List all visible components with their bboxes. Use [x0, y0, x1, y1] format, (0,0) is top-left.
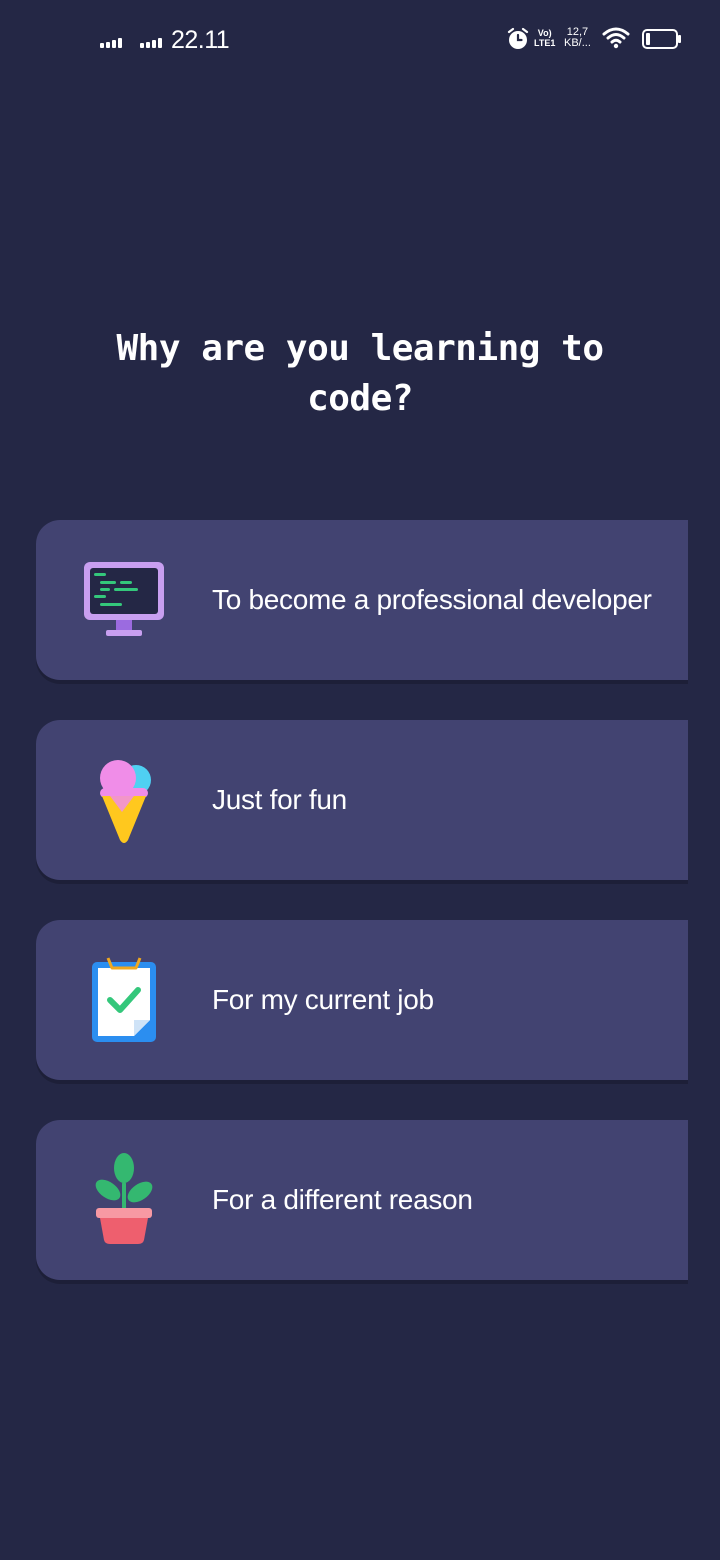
volte-indicator: Vo) LTE1	[534, 28, 555, 48]
option-current-job[interactable]: For my current job	[36, 920, 688, 1080]
ice-cream-icon	[100, 760, 151, 843]
potted-plant-icon	[95, 1153, 153, 1244]
option-label: Just for fun	[212, 784, 347, 815]
network-speed-unit: KB/...	[564, 37, 591, 49]
battery-icon	[642, 29, 681, 49]
signal-strength-icon-sim2	[140, 36, 162, 48]
signal-strength-icon-sim1	[100, 36, 122, 48]
option-just-for-fun[interactable]: Just for fun	[36, 720, 688, 880]
wifi-icon	[602, 27, 630, 49]
status-time: 22.11	[171, 26, 230, 54]
network-speed: 12,7 KB/...	[564, 27, 591, 49]
clipboard-check-icon	[92, 957, 156, 1042]
option-different-reason[interactable]: For a different reason	[36, 1120, 688, 1280]
lte-label: LTE1	[534, 38, 556, 48]
alarm-icon	[507, 27, 529, 49]
question-title: Why are you learning to code?	[116, 328, 605, 419]
computer-monitor-icon	[84, 562, 164, 636]
option-label: To become a professional developer	[212, 584, 652, 615]
volte-label: Vo)	[537, 28, 552, 38]
option-label: For a different reason	[212, 1184, 473, 1215]
option-label: For my current job	[212, 984, 434, 1015]
option-professional-developer[interactable]: To become a professional developer	[36, 520, 688, 680]
status-bar: 22.11 Vo) LTE1 12,7 KB/...	[0, 0, 720, 80]
